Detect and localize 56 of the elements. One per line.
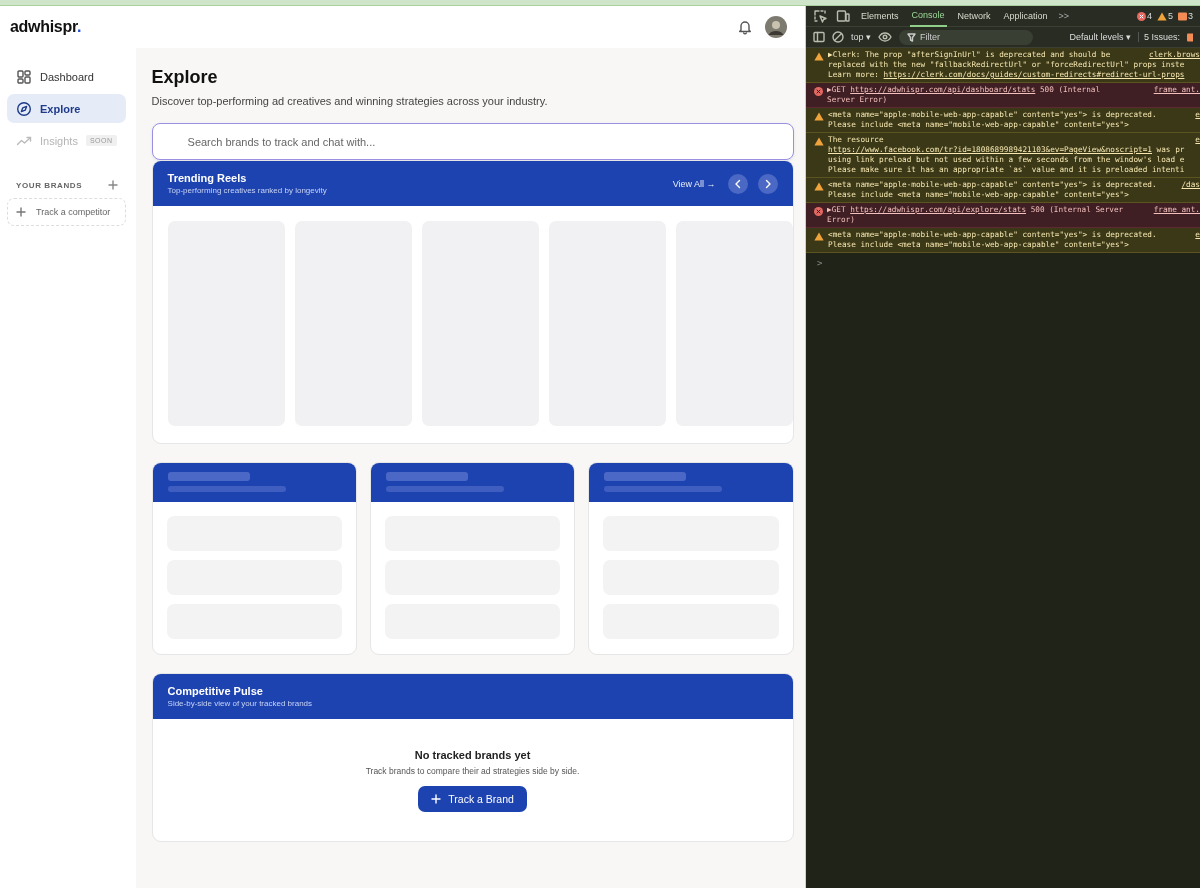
warning-icon — [814, 137, 824, 146]
eye-icon — [878, 31, 892, 43]
more-tabs-button[interactable]: >> — [1058, 11, 1070, 21]
nav-item[interactable]: Explore — [7, 94, 126, 123]
track-competitor-button[interactable]: Track a competitor — [7, 198, 126, 226]
card-subtitle: Top-performing creatives ranked by longevity — [167, 186, 327, 195]
section-heading: YOUR BRANDS — [16, 180, 83, 190]
devtools-tab[interactable]: Application — [1001, 6, 1050, 27]
plus-icon — [16, 207, 26, 217]
inspect-element-icon — [813, 9, 827, 23]
issue-count: 3 — [1188, 11, 1193, 21]
card-title: Competitive Pulse — [167, 685, 264, 697]
grid-icon — [16, 68, 32, 85]
device-toolbar-icon — [836, 9, 850, 23]
chevron-right-icon — [763, 178, 772, 189]
error-icon — [814, 207, 823, 216]
warning-icon — [814, 182, 824, 191]
card-title: Trending Reels — [167, 172, 248, 184]
nav-item[interactable]: Dashboard — [7, 62, 126, 91]
compass-icon — [16, 100, 32, 117]
app-logo: adwhispr. — [10, 18, 82, 36]
context-selector[interactable]: top ▾ — [851, 32, 871, 42]
warning-count: 5 — [1167, 11, 1173, 21]
warning-icon — [814, 52, 824, 61]
issue-icon — [1178, 11, 1187, 21]
search-field[interactable]: Search brands to track and chat with... — [151, 123, 794, 160]
warning-icon — [814, 232, 824, 241]
page-subtitle: Discover top-performing ad creatives and winning strategies across your industry. — [151, 95, 549, 107]
user-avatar-icon[interactable] — [765, 16, 787, 38]
empty-title: No tracked brands yet — [414, 749, 531, 761]
warning-icon — [814, 112, 824, 121]
page-title: Explore — [151, 66, 219, 89]
chevron-left-icon — [733, 178, 742, 189]
plus-icon — [431, 794, 442, 804]
card-subtitle: Side-by-side view of your tracked brands — [167, 699, 313, 708]
issue-icon — [1187, 32, 1193, 42]
error-icon — [814, 87, 823, 96]
devtools-tab[interactable]: Elements — [859, 6, 901, 27]
error-count: 4 — [1146, 11, 1152, 21]
notification-bell-icon[interactable] — [737, 19, 753, 35]
warning-icon — [1156, 11, 1167, 21]
filter-icon — [907, 32, 916, 42]
devtools-tab[interactable]: Network — [955, 6, 993, 27]
clear-console-icon — [832, 31, 844, 43]
next-button[interactable] — [757, 173, 778, 194]
error-icon — [1136, 11, 1146, 21]
console-prompt[interactable]: > — [806, 253, 836, 273]
track-brand-button[interactable]: Track a Brand — [418, 786, 527, 812]
issues-link[interactable]: 5 Issues: — [1137, 32, 1180, 42]
add-icon[interactable] — [107, 180, 118, 190]
previous-button[interactable] — [727, 173, 748, 194]
log-levels-dropdown[interactable]: Default levels ▾ — [1069, 32, 1131, 42]
sidebar-toggle-icon — [813, 31, 825, 43]
view-all-link[interactable]: View All → — [672, 178, 716, 189]
filter-field[interactable]: Filter — [899, 29, 1033, 45]
empty-message: Track brands to compare their ad strategies side by side. — [365, 766, 580, 776]
